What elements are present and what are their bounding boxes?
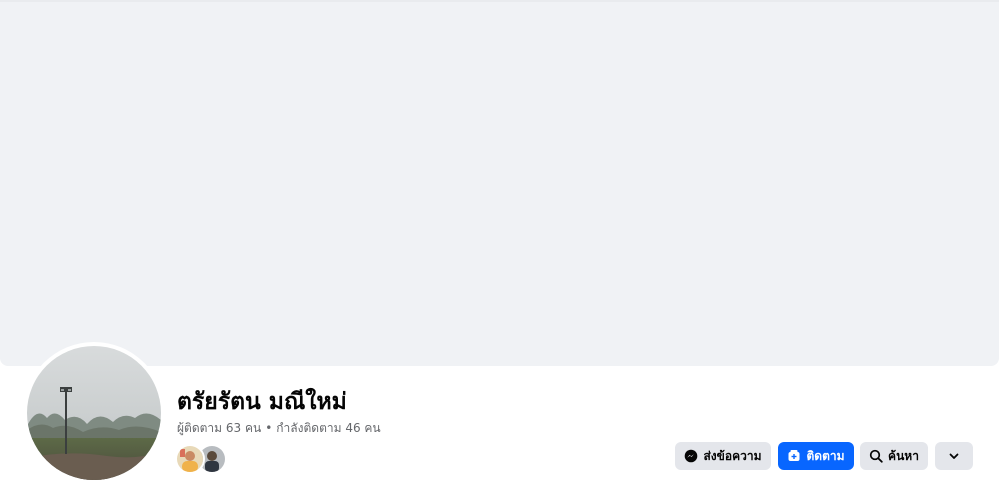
search-button-label: ค้นหา	[888, 448, 919, 463]
cover-top-border	[0, 0, 999, 2]
chevron-down-icon	[947, 449, 961, 463]
message-button-label: ส่งข้อความ	[703, 448, 762, 463]
search-button[interactable]: ค้นหา	[860, 442, 928, 470]
search-icon	[869, 449, 883, 463]
follow-button[interactable]: ติดตาม	[778, 442, 854, 470]
followers-count-link[interactable]: ผู้ติดตาม 63 คน	[177, 421, 261, 435]
stats-separator: •	[265, 421, 273, 435]
profile-page: ตรัยรัตน มณีใหม่ ผู้ติดตาม 63 คน • กำลังติ…	[0, 0, 1006, 495]
follow-button-label: ติดตาม	[806, 448, 845, 463]
more-options-button[interactable]	[935, 442, 973, 470]
follow-icon	[787, 449, 801, 463]
profile-avatar[interactable]	[27, 346, 161, 480]
avatar-photo	[27, 346, 161, 480]
mutual-friends-avatars	[175, 444, 227, 474]
profile-name: ตรัยรัตน มณีใหม่	[177, 389, 347, 415]
friend-avatar-photo	[177, 446, 203, 472]
cover-photo[interactable]	[0, 0, 999, 366]
messenger-icon	[684, 449, 698, 463]
follow-stats: ผู้ติดตาม 63 คน • กำลังติดตาม 46 คน	[177, 419, 381, 437]
message-button[interactable]: ส่งข้อความ	[675, 442, 771, 470]
friend-avatar[interactable]	[175, 444, 205, 474]
following-count-link[interactable]: กำลังติดตาม 46 คน	[276, 421, 380, 435]
